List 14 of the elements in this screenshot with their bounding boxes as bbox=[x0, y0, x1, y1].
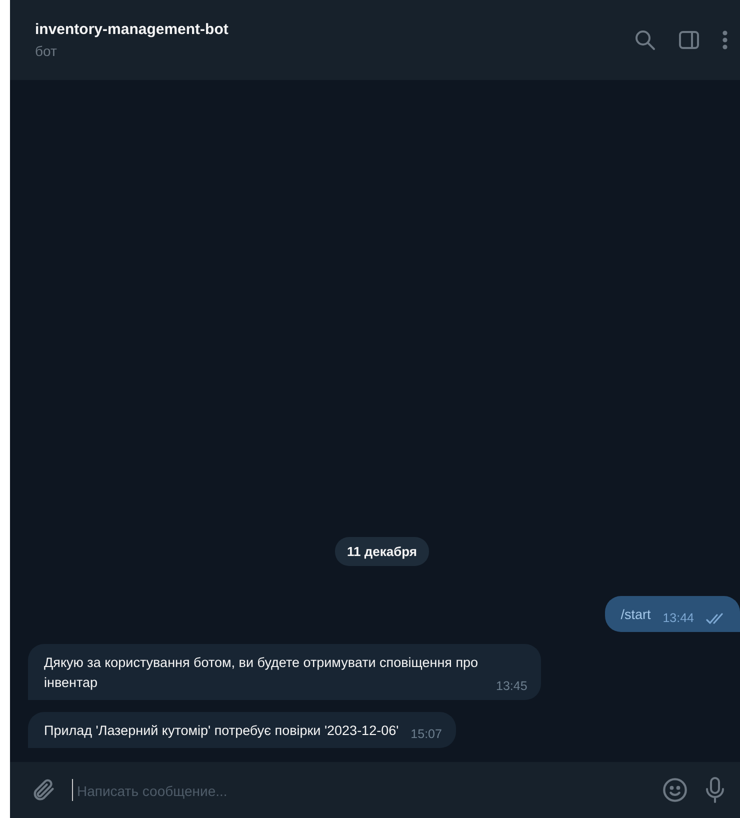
message-time: 13:44 bbox=[662, 610, 694, 627]
chat-subtitle: бот bbox=[35, 43, 58, 59]
chat-title: inventory-management-bot bbox=[35, 21, 230, 38]
date-label: 11 декабря bbox=[335, 537, 429, 566]
menu-icon[interactable] bbox=[722, 30, 728, 50]
microphone-icon[interactable] bbox=[704, 776, 726, 804]
message-text: Прилад 'Лазерний кутомір' потребує повірки '2023-12-06' bbox=[44, 722, 399, 740]
message-time: 15:07 bbox=[410, 726, 442, 743]
sidebar-toggle-icon[interactable] bbox=[678, 30, 700, 50]
emoji-icon[interactable] bbox=[662, 777, 688, 803]
search-icon[interactable] bbox=[634, 29, 656, 51]
message-text: Дякую за користування ботом, ви будете отримувати сповіщення про інвентар bbox=[44, 654, 480, 692]
message-time: 13:45 bbox=[496, 678, 528, 695]
message-text: /start bbox=[620, 606, 651, 624]
